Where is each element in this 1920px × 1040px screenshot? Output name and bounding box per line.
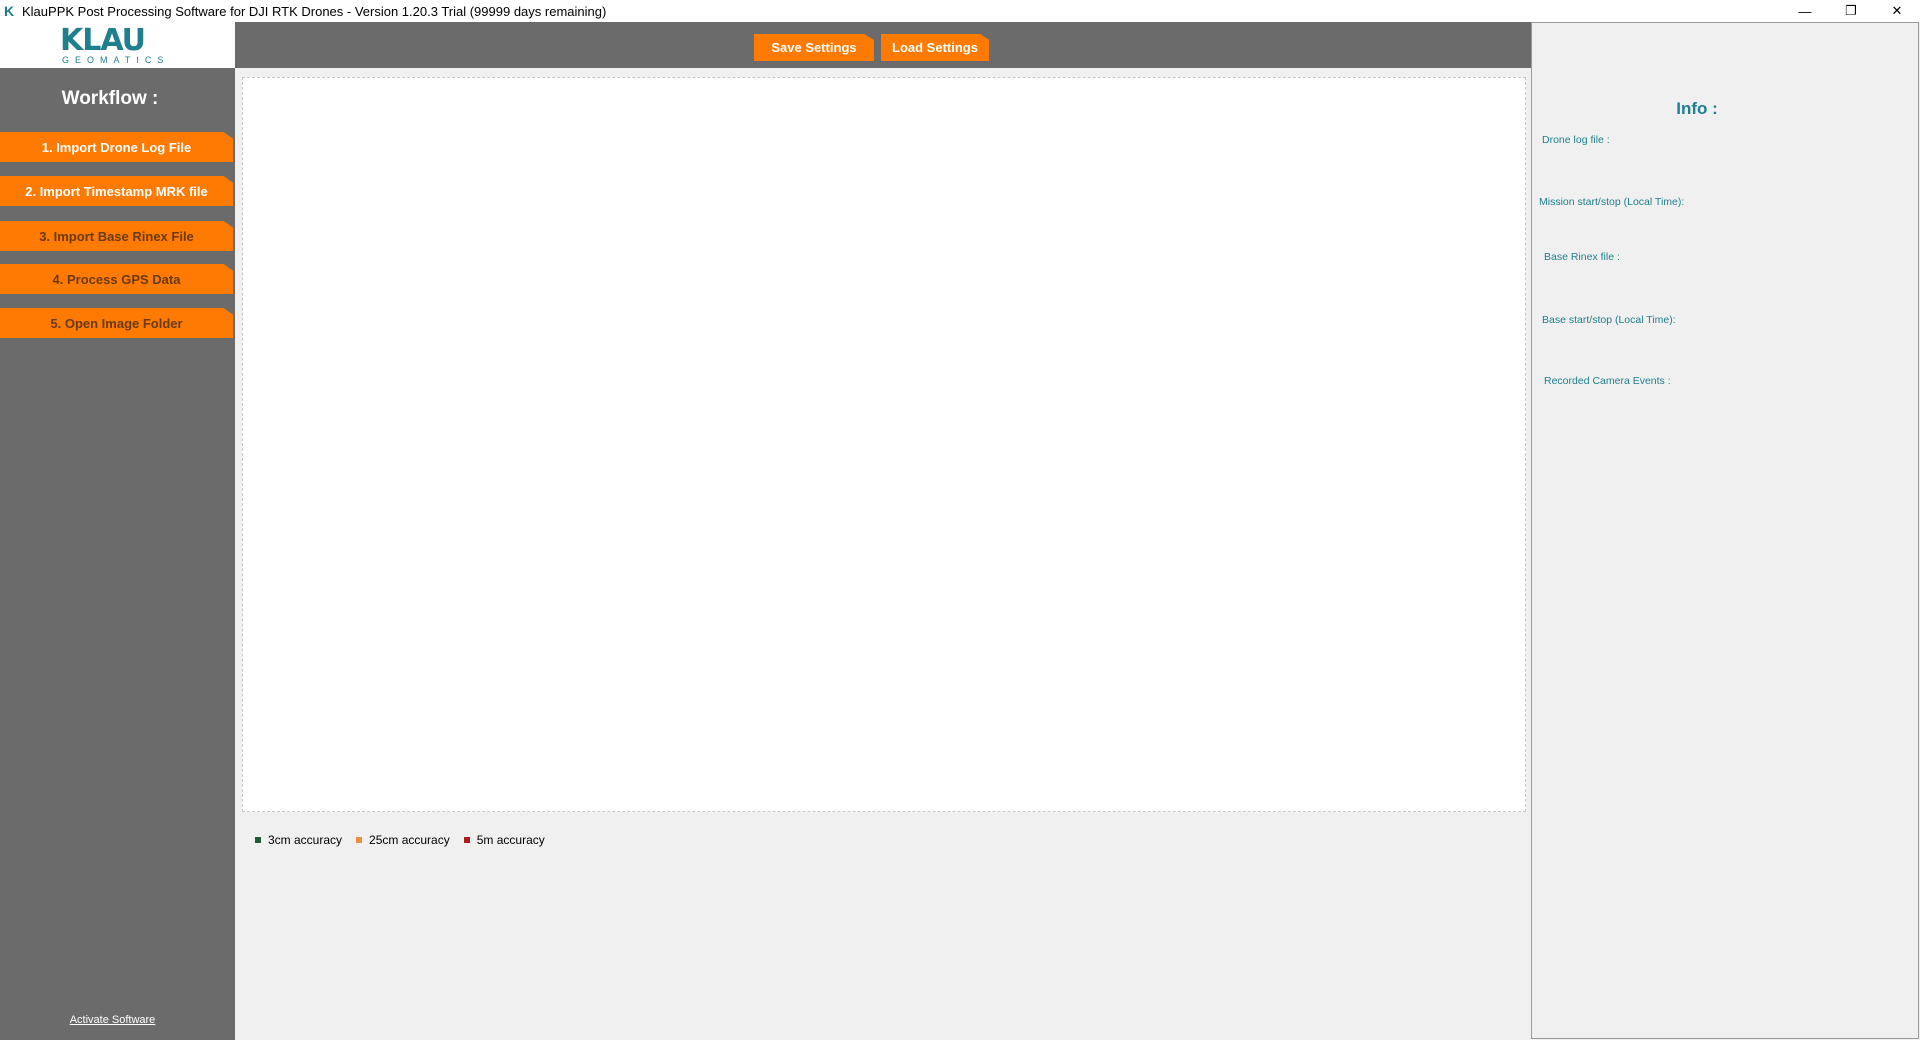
window-controls: — ❐ ✕	[1782, 0, 1920, 22]
legend-swatch	[255, 837, 261, 843]
workflow-heading: Workflow :	[61, 88, 159, 109]
legend-item-25cm: 25cm accuracy	[356, 833, 450, 847]
title-bar: K KlauPPK Post Processing Software for D…	[0, 0, 1920, 22]
logo-subtext: GEOMATICS	[62, 55, 170, 65]
process-gps-data-button[interactable]: 4. Process GPS Data	[0, 264, 233, 294]
top-toolbar: Save Settings Load Settings	[235, 22, 1531, 68]
legend-item-5m: 5m accuracy	[463, 833, 545, 847]
sidebar: KLAU GEOMATICS Workflow : 1. Import Dron…	[0, 22, 235, 1040]
minimize-button[interactable]: —	[1782, 0, 1828, 22]
open-image-folder-button[interactable]: 5. Open Image Folder	[0, 308, 233, 338]
activate-software-link[interactable]: Activate Software	[0, 1014, 225, 1026]
legend-label: 5m accuracy	[476, 833, 545, 847]
close-button[interactable]: ✕	[1874, 0, 1920, 22]
map-plot-area[interactable]	[242, 77, 1526, 812]
import-timestamp-mrk-button[interactable]: 2. Import Timestamp MRK file	[0, 176, 233, 206]
base-time-label: Base start/stop (Local Time):	[1542, 314, 1676, 326]
legend-label: 25cm accuracy	[369, 833, 450, 847]
legend-label: 3cm accuracy	[268, 833, 343, 847]
save-settings-button[interactable]: Save Settings	[754, 34, 874, 61]
window-title: KlauPPK Post Processing Software for DJI…	[22, 3, 607, 19]
import-drone-log-button[interactable]: 1. Import Drone Log File	[0, 132, 233, 162]
load-settings-button[interactable]: Load Settings	[881, 34, 989, 61]
camera-events-label: Recorded Camera Events :	[1544, 375, 1671, 387]
legend-item-3cm: 3cm accuracy	[255, 833, 342, 847]
logo: KLAU GEOMATICS	[0, 22, 235, 68]
logo-text: KLAU	[60, 23, 146, 58]
info-panel: Info : Drone log file : Mission start/st…	[1531, 22, 1919, 1039]
info-title: Info :	[1676, 99, 1718, 118]
drone-log-file-label: Drone log file :	[1542, 134, 1610, 146]
restore-button[interactable]: ❐	[1828, 0, 1874, 22]
base-rinex-file-label: Base Rinex file :	[1544, 251, 1620, 263]
mission-time-label: Mission start/stop (Local Time):	[1539, 196, 1685, 208]
app-icon: K	[4, 3, 15, 19]
legend-swatch	[356, 837, 363, 843]
import-base-rinex-button[interactable]: 3. Import Base Rinex File	[0, 221, 233, 251]
legend-swatch	[463, 837, 470, 843]
accuracy-legend: 3cm accuracy 25cm accuracy 5m accuracy	[255, 832, 559, 848]
